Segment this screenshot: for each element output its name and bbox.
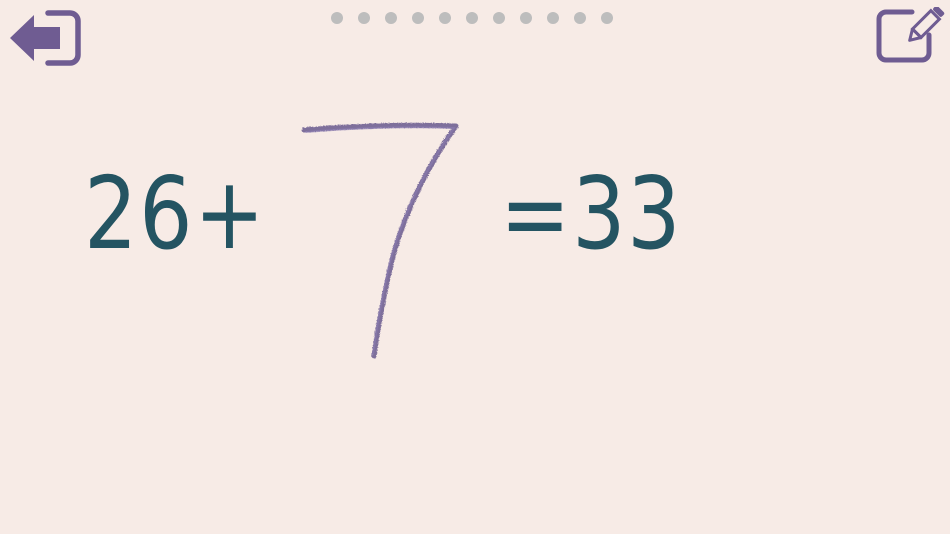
handwritten-answer-stroke	[301, 122, 459, 359]
progress-dot	[358, 12, 370, 24]
equation-left: 26+	[84, 164, 266, 264]
edit-button[interactable]	[876, 5, 946, 63]
left-operand: 26	[84, 155, 195, 272]
progress-dot	[601, 12, 613, 24]
progress-dot	[520, 12, 532, 24]
progress-dots	[331, 12, 613, 26]
edit-pencil-icon	[876, 5, 945, 63]
progress-dot	[439, 12, 451, 24]
operator-sign: +	[194, 155, 267, 272]
progress-dot	[574, 12, 586, 24]
progress-dot	[493, 12, 505, 24]
progress-dot	[547, 12, 559, 24]
handwritten-answer-value: 7	[290, 110, 291, 111]
equation-result: =33	[500, 155, 683, 272]
exit-arrow-icon	[10, 10, 81, 66]
progress-dot	[331, 12, 343, 24]
progress-dot	[385, 12, 397, 24]
progress-dot	[466, 12, 478, 24]
progress-dot	[412, 12, 424, 24]
answer-drawing-area[interactable]: 7	[290, 110, 480, 370]
exit-button[interactable]	[8, 8, 82, 68]
math-exercise-screen: 26+ 7 =33	[0, 0, 950, 534]
